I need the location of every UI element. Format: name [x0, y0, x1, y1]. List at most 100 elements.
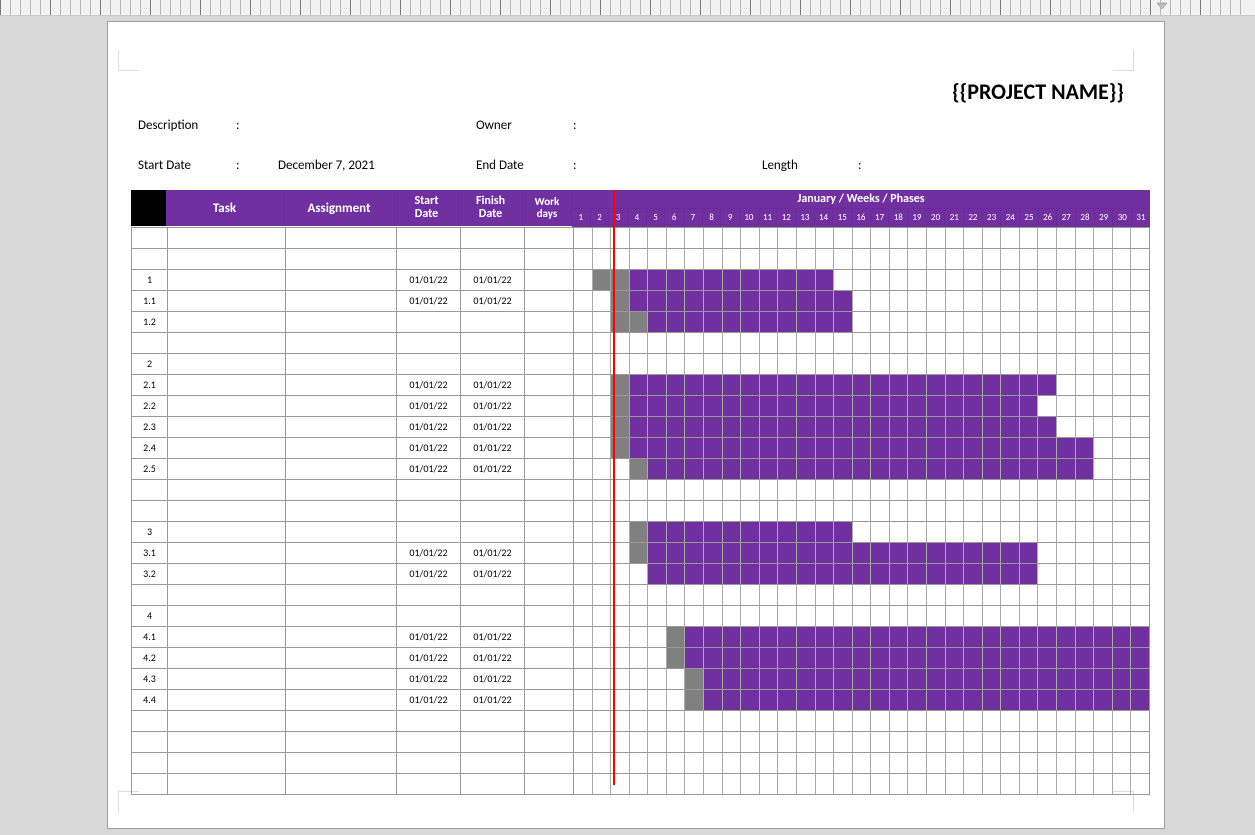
- gantt-cell[interactable]: [722, 438, 741, 458]
- gantt-cell[interactable]: [592, 522, 611, 542]
- gantt-cell[interactable]: [852, 711, 871, 731]
- gantt-cell[interactable]: [852, 753, 871, 773]
- gantt-cell[interactable]: [963, 522, 982, 542]
- gantt-cell[interactable]: [889, 627, 908, 647]
- gantt-cell[interactable]: [1056, 270, 1075, 290]
- gantt-cell[interactable]: [1019, 375, 1038, 395]
- gantt-cell[interactable]: [1056, 564, 1075, 584]
- cell-assignment[interactable]: [286, 480, 397, 500]
- gantt-cell[interactable]: [684, 249, 703, 269]
- cell-assignment[interactable]: [286, 753, 397, 773]
- table-row[interactable]: 4.401/01/2201/01/22: [131, 689, 1150, 710]
- gantt-table[interactable]: TaskAssignmentStartDateFinishDateWorkday…: [131, 190, 1150, 766]
- gantt-cell[interactable]: [574, 669, 592, 689]
- gantt-cell[interactable]: [907, 564, 926, 584]
- gantt-cell[interactable]: [1130, 648, 1149, 668]
- gantt-cell[interactable]: [796, 543, 815, 563]
- gantt-cell[interactable]: [777, 228, 796, 248]
- cell-start-date[interactable]: [397, 333, 461, 353]
- gantt-cell[interactable]: [1019, 522, 1038, 542]
- gantt-cell[interactable]: [907, 459, 926, 479]
- cell-assignment[interactable]: [286, 459, 397, 479]
- gantt-cell[interactable]: [574, 753, 592, 773]
- gantt-cell[interactable]: [759, 270, 778, 290]
- gantt-cell[interactable]: [815, 774, 834, 794]
- gantt-cell[interactable]: [1130, 375, 1149, 395]
- gantt-cell[interactable]: [963, 396, 982, 416]
- gantt-cell[interactable]: [666, 711, 685, 731]
- cell-finish-date[interactable]: [461, 606, 525, 626]
- gantt-cell[interactable]: [574, 711, 592, 731]
- gantt-cell[interactable]: [833, 291, 852, 311]
- gantt-cell[interactable]: [629, 522, 648, 542]
- gantt-cell[interactable]: [907, 585, 926, 605]
- cell-work-days[interactable]: [525, 690, 574, 710]
- gantt-cell[interactable]: [1075, 459, 1094, 479]
- gantt-cell[interactable]: [870, 480, 889, 500]
- gantt-cell[interactable]: [796, 669, 815, 689]
- gantt-cell[interactable]: [666, 417, 685, 437]
- cell-task[interactable]: [168, 438, 286, 458]
- gantt-cell[interactable]: [870, 270, 889, 290]
- gantt-cell[interactable]: [796, 753, 815, 773]
- gantt-cell[interactable]: [759, 711, 778, 731]
- gantt-cell[interactable]: [963, 333, 982, 353]
- gantt-cell[interactable]: [1075, 438, 1094, 458]
- cell-id[interactable]: 2: [131, 354, 168, 374]
- gantt-cell[interactable]: [759, 753, 778, 773]
- gantt-cell[interactable]: [926, 501, 945, 521]
- gantt-cell[interactable]: [907, 501, 926, 521]
- gantt-cell[interactable]: [815, 228, 834, 248]
- gantt-cell[interactable]: [759, 249, 778, 269]
- gantt-cell[interactable]: [945, 669, 964, 689]
- gantt-cell[interactable]: [703, 312, 722, 332]
- table-row[interactable]: 4.201/01/2201/01/22: [131, 647, 1150, 668]
- gantt-cell[interactable]: [926, 228, 945, 248]
- cell-assignment[interactable]: [286, 228, 397, 248]
- gantt-cell[interactable]: [945, 753, 964, 773]
- gantt-cell[interactable]: [629, 585, 648, 605]
- cell-work-days[interactable]: [525, 312, 574, 332]
- gantt-cell[interactable]: [684, 312, 703, 332]
- gantt-cell[interactable]: [796, 375, 815, 395]
- gantt-cell[interactable]: [740, 606, 759, 626]
- gantt-cell[interactable]: [926, 438, 945, 458]
- gantt-cell[interactable]: [777, 711, 796, 731]
- cell-id[interactable]: [131, 711, 168, 731]
- gantt-cell[interactable]: [1037, 270, 1056, 290]
- cell-finish-date[interactable]: [461, 501, 525, 521]
- gantt-cell[interactable]: [1019, 606, 1038, 626]
- gantt-cell[interactable]: [907, 627, 926, 647]
- gantt-cell[interactable]: [629, 354, 648, 374]
- gantt-cell[interactable]: [629, 690, 648, 710]
- table-row[interactable]: [131, 332, 1150, 353]
- gantt-cell[interactable]: [647, 396, 666, 416]
- cell-assignment[interactable]: [286, 438, 397, 458]
- gantt-cell[interactable]: [703, 690, 722, 710]
- gantt-cell[interactable]: [852, 375, 871, 395]
- gantt-cell[interactable]: [982, 438, 1001, 458]
- gantt-cell[interactable]: [1075, 627, 1094, 647]
- gantt-cell[interactable]: [1037, 228, 1056, 248]
- gantt-cell[interactable]: [1037, 459, 1056, 479]
- gantt-cell[interactable]: [684, 438, 703, 458]
- gantt-cell[interactable]: [666, 627, 685, 647]
- gantt-cell[interactable]: [740, 396, 759, 416]
- gantt-cell[interactable]: [815, 585, 834, 605]
- gantt-cell[interactable]: [870, 312, 889, 332]
- cell-assignment[interactable]: [286, 354, 397, 374]
- gantt-cell[interactable]: [945, 270, 964, 290]
- gantt-cell[interactable]: [833, 669, 852, 689]
- cell-start-date[interactable]: 01/01/22: [397, 690, 461, 710]
- gantt-cell[interactable]: [945, 438, 964, 458]
- gantt-cell[interactable]: [1019, 396, 1038, 416]
- gantt-cell[interactable]: [740, 627, 759, 647]
- gantt-cell[interactable]: [592, 753, 611, 773]
- gantt-cell[interactable]: [740, 417, 759, 437]
- gantt-cell[interactable]: [592, 732, 611, 752]
- gantt-cell[interactable]: [1000, 249, 1019, 269]
- cell-work-days[interactable]: [525, 480, 574, 500]
- gantt-cell[interactable]: [833, 312, 852, 332]
- cell-task[interactable]: [168, 291, 286, 311]
- gantt-cell[interactable]: [1093, 753, 1112, 773]
